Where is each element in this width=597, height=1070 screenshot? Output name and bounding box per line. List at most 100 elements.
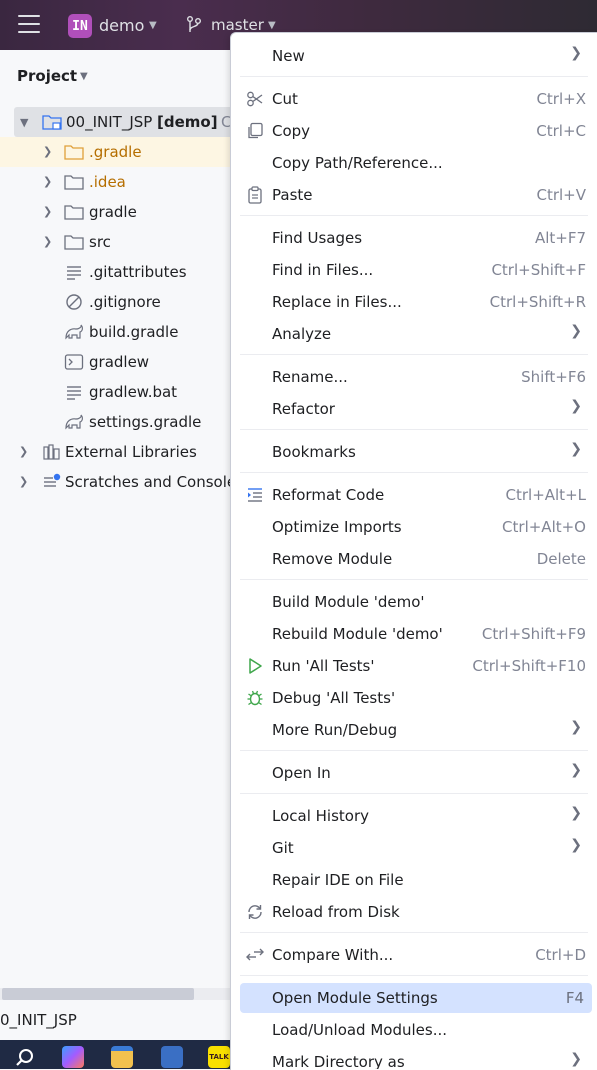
main-menu-icon[interactable]: [18, 15, 40, 33]
tree-item-label: .gitattributes: [89, 263, 187, 281]
network-app-icon[interactable]: [161, 1046, 183, 1068]
tree-item-settings-gradle[interactable]: settings.gradle: [0, 407, 240, 437]
tree-item-label: .gradle: [89, 143, 142, 161]
tree-item-gitignore[interactable]: .gitignore: [0, 287, 240, 317]
menu-item-find-usages[interactable]: Find Usages Alt+F7: [240, 223, 592, 253]
menu-item-reload-from-disk[interactable]: Reload from Disk: [240, 897, 592, 927]
root-name: 00_INIT_JSP: [66, 113, 153, 131]
chevron-right-icon[interactable]: ❯: [43, 175, 52, 188]
chevron-right-icon[interactable]: ❯: [43, 205, 52, 218]
tree-item-gradlew[interactable]: gradlew: [0, 347, 240, 377]
tree-item-label: Scratches and Consoles: [65, 473, 244, 491]
tree-item-label: src: [89, 233, 111, 251]
menu-item-reformat-code[interactable]: Reformat Code Ctrl+Alt+L: [240, 480, 592, 510]
text-file-icon: [67, 386, 81, 400]
menu-item-build-module[interactable]: Build Module 'demo': [240, 587, 592, 617]
copilot-icon[interactable]: [62, 1046, 84, 1068]
menu-item-find-in-files[interactable]: Find in Files... Ctrl+Shift+F: [240, 255, 592, 285]
chevron-right-icon: ❯: [570, 805, 582, 821]
terminal-file-icon: [64, 354, 84, 370]
tree-item-gradle-dir[interactable]: ❯ .gradle: [0, 137, 240, 167]
tree-item-idea[interactable]: ❯ .idea: [0, 167, 240, 197]
gradle-elephant-icon: [65, 414, 83, 430]
menu-item-local-history[interactable]: Local History ❯: [240, 801, 592, 831]
search-icon[interactable]: [14, 1046, 36, 1068]
chevron-right-icon[interactable]: ❯: [19, 445, 28, 458]
menu-item-more-run-debug[interactable]: More Run/Debug ❯: [240, 715, 592, 745]
tree-item-label: .idea: [89, 173, 126, 191]
chevron-right-icon: ❯: [570, 719, 582, 735]
tree-item-label: gradlew.bat: [89, 383, 178, 401]
refresh-icon: [248, 905, 262, 919]
menu-separator: [240, 429, 588, 430]
library-icon: [43, 444, 60, 460]
panel-title[interactable]: Project: [17, 67, 77, 85]
menu-item-copy[interactable]: Copy Ctrl+C: [240, 116, 592, 146]
text-file-icon: [67, 266, 81, 280]
tree-item-gitattributes[interactable]: .gitattributes: [0, 257, 240, 287]
tree-item-src[interactable]: ❯ src: [0, 227, 240, 257]
ignore-file-icon: [66, 294, 82, 310]
chevron-right-icon: ❯: [570, 323, 582, 339]
menu-separator: [240, 472, 588, 473]
menu-item-refactor[interactable]: Refactor ❯: [240, 394, 592, 424]
horizontal-scrollbar-thumb[interactable]: [2, 988, 194, 1000]
tree-item-scratches[interactable]: ❯ Scratches and Consoles: [0, 467, 244, 497]
file-explorer-icon[interactable]: [111, 1046, 133, 1068]
reformat-icon: [248, 488, 262, 502]
chevron-down-icon[interactable]: ▼: [80, 71, 88, 82]
chevron-right-icon[interactable]: ❯: [19, 475, 28, 488]
root-module: [demo]: [157, 113, 218, 131]
chevron-down-icon[interactable]: ▼: [149, 20, 157, 31]
tree-item-gradle[interactable]: ❯ gradle: [0, 197, 240, 227]
menu-item-debug-tests[interactable]: Debug 'All Tests': [240, 683, 592, 713]
chevron-right-icon[interactable]: ❯: [43, 145, 52, 158]
menu-item-cut[interactable]: Cut Ctrl+X: [240, 84, 592, 114]
chevron-right-icon: ❯: [570, 45, 582, 61]
menu-item-new[interactable]: New ❯: [240, 41, 592, 71]
menu-item-open-module-settings[interactable]: Open Module Settings F4: [240, 983, 592, 1013]
tree-item-label: gradlew: [89, 353, 150, 371]
menu-item-git[interactable]: Git ❯: [240, 833, 592, 863]
menu-separator: [240, 354, 588, 355]
project-badge[interactable]: IN: [68, 14, 92, 38]
chevron-down-icon[interactable]: ▼: [20, 116, 28, 129]
project-name[interactable]: demo: [99, 16, 144, 35]
menu-item-mark-directory[interactable]: Mark Directory as ❯: [240, 1047, 592, 1069]
menu-separator: [240, 750, 588, 751]
chevron-right-icon[interactable]: ❯: [43, 235, 52, 248]
tree-item-build-gradle[interactable]: build.gradle: [0, 317, 240, 347]
menu-item-replace-in-files[interactable]: Replace in Files... Ctrl+Shift+R: [240, 287, 592, 317]
menu-item-open-in[interactable]: Open In ❯: [240, 758, 592, 788]
play-icon: [249, 658, 262, 674]
tree-item-external-libraries[interactable]: ❯ External Libraries: [0, 437, 240, 467]
menu-item-repair-ide[interactable]: Repair IDE on File: [240, 865, 592, 895]
menu-item-rename[interactable]: Rename... Shift+F6: [240, 362, 592, 392]
tree-item-label: .gitignore: [89, 293, 161, 311]
menu-separator: [240, 793, 588, 794]
folder-icon: [64, 175, 84, 190]
kakaotalk-icon[interactable]: TALK: [208, 1046, 230, 1068]
chevron-right-icon: ❯: [570, 1051, 582, 1067]
menu-separator: [240, 579, 588, 580]
copy-icon: [248, 122, 263, 139]
menu-item-copy-path[interactable]: Copy Path/Reference...: [240, 148, 592, 178]
menu-item-remove-module[interactable]: Remove Module Delete: [240, 544, 592, 574]
chevron-down-icon[interactable]: ▼: [268, 20, 276, 31]
status-bar-path[interactable]: 0_INIT_JSP: [0, 1011, 77, 1029]
menu-item-bookmarks[interactable]: Bookmarks ❯: [240, 437, 592, 467]
tree-item-gradlew-bat[interactable]: gradlew.bat: [0, 377, 240, 407]
menu-item-paste[interactable]: Paste Ctrl+V: [240, 180, 592, 210]
menu-separator: [240, 76, 588, 77]
chevron-right-icon: ❯: [570, 762, 582, 778]
menu-item-load-unload-modules[interactable]: Load/Unload Modules...: [240, 1015, 592, 1045]
git-branch-icon[interactable]: [186, 15, 202, 35]
menu-item-compare-with[interactable]: Compare With... Ctrl+D: [240, 940, 592, 970]
menu-item-optimize-imports[interactable]: Optimize Imports Ctrl+Alt+O: [240, 512, 592, 542]
folder-icon: [64, 235, 84, 250]
menu-item-rebuild-module[interactable]: Rebuild Module 'demo' Ctrl+Shift+F9: [240, 619, 592, 649]
menu-item-run-tests[interactable]: Run 'All Tests' Ctrl+Shift+F10: [240, 651, 592, 681]
menu-item-analyze[interactable]: Analyze ❯: [240, 319, 592, 349]
tree-root-node[interactable]: ▼ 00_INIT_JSP [demo] C: [14, 107, 240, 137]
clipboard-icon: [248, 186, 262, 204]
